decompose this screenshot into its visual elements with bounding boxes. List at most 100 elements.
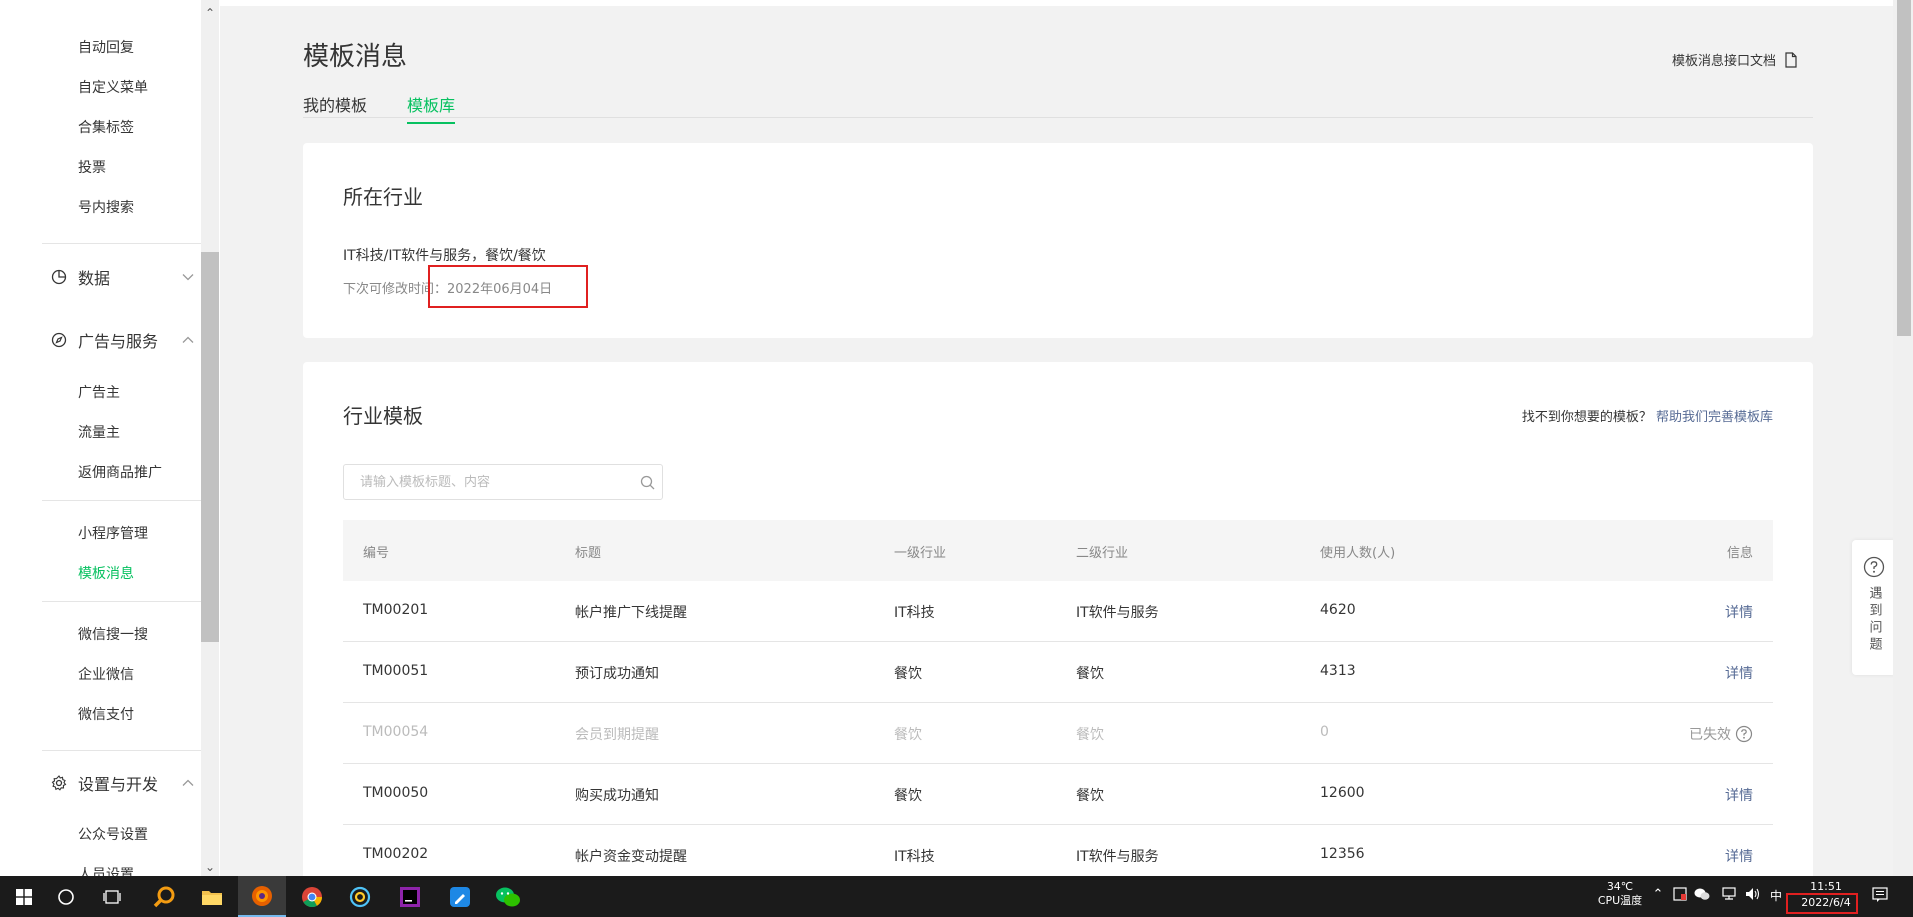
cpu-temp-value: 34℃ [1606, 880, 1634, 893]
search-input[interactable] [344, 465, 632, 499]
cpu-temp: 34℃ CPU温度 [1594, 880, 1646, 908]
question-circle-icon [1863, 556, 1885, 578]
cell-title: 会员到期提醒 [575, 727, 659, 743]
cell-title: 帐户推广下线提醒 [575, 605, 687, 621]
firefox-icon[interactable] [238, 876, 286, 917]
templates-table: 编号 标题 一级行业 二级行业 使用人数(人) 信息 TM00201 帐户推广下… [343, 520, 1773, 886]
col-title: 标题 [575, 546, 602, 561]
wechat-icon[interactable] [484, 876, 532, 917]
scroll-down-icon[interactable]: ⌄ [201, 858, 219, 876]
cpu-temp-label: CPU温度 [1597, 894, 1643, 907]
sidebar-item-mini-program[interactable]: 小程序管理 [78, 523, 148, 543]
table-row: TM00050 购买成功通知 餐饮 餐饮 12600 详情 [343, 764, 1773, 825]
help-improve-link[interactable]: 帮助我们完善模板库 [1656, 410, 1773, 425]
cell-secondary: IT软件与服务 [1076, 605, 1159, 621]
chart-pie-icon [50, 268, 68, 286]
details-link[interactable]: 详情 [1725, 846, 1753, 866]
scroll-up-icon[interactable]: ⌃ [201, 4, 219, 22]
sidebar-item-advertiser[interactable]: 广告主 [78, 382, 120, 402]
search-app-icon[interactable] [140, 876, 188, 917]
notes-app-icon[interactable] [436, 876, 484, 917]
col-users: 使用人数(人) [1320, 546, 1396, 561]
tab-template-library[interactable]: 模板库 [407, 92, 456, 124]
details-link[interactable]: 详情 [1725, 602, 1753, 622]
notification-center-icon[interactable] [1870, 887, 1890, 907]
cell-secondary: 餐饮 [1076, 788, 1104, 804]
question-circle-icon[interactable] [1735, 725, 1753, 743]
cell-title: 帐户资金变动提醒 [575, 849, 687, 865]
sidebar-item-wecom[interactable]: 企业微信 [78, 664, 134, 684]
page-scrollbar-thumb[interactable] [1897, 0, 1911, 336]
col-id: 编号 [363, 546, 390, 561]
sidebar-item-account-search[interactable]: 号内搜索 [78, 197, 134, 217]
page-title: 模板消息 [303, 42, 408, 72]
task-view-icon[interactable] [88, 876, 136, 917]
sidebar-group-settings[interactable]: 设置与开发 [50, 768, 195, 798]
jetbrains-icon[interactable] [386, 876, 434, 917]
sidebar-item-account-settings[interactable]: 公众号设置 [78, 824, 148, 844]
details-link[interactable]: 详情 [1725, 785, 1753, 805]
sidebar-group-data[interactable]: 数据 [50, 262, 195, 292]
cell-users: 4313 [1320, 663, 1356, 679]
help-float-label: 遇到问题 [1866, 586, 1882, 654]
sidebar-item-custom-menu[interactable]: 自定义菜单 [78, 77, 148, 97]
sidebar-item-staff-settings[interactable]: 人员设置 [78, 864, 134, 876]
windows-start-icon[interactable] [0, 876, 48, 917]
main-content: 模板消息 模板消息接口文档 我的模板 模板库 所在行业 IT科技/IT软件与服务… [220, 0, 1913, 886]
sidebar-item-auto-reply[interactable]: 自动回复 [78, 37, 134, 57]
table-row: TM00051 预订成功通知 餐饮 餐饮 4313 详情 [343, 642, 1773, 703]
sidebar-item-template-message[interactable]: 模板消息 [78, 563, 134, 583]
status-expired: 已失效 [1689, 724, 1753, 744]
templates-title: 行业模板 [343, 404, 423, 428]
api-doc-link[interactable]: 模板消息接口文档 [1672, 50, 1798, 69]
help-float-button[interactable]: 遇到问题 [1852, 540, 1896, 675]
sidebar-item-publisher[interactable]: 流量主 [78, 422, 120, 442]
cell-primary: IT科技 [894, 849, 935, 865]
cell-secondary: 餐饮 [1076, 727, 1104, 743]
security-icon[interactable] [1672, 887, 1688, 905]
cell-id: TM00051 [363, 663, 429, 679]
sidebar-scrollbar-thumb[interactable] [201, 252, 219, 642]
help-question-text: 找不到你想要的模板？ [1521, 410, 1652, 425]
sidebar-item-rebate-promotion[interactable]: 返佣商品推广 [78, 462, 162, 482]
sidebar-item-wechat-pay[interactable]: 微信支付 [78, 704, 134, 724]
cortana-search-icon[interactable] [42, 876, 90, 917]
wechat-tray-icon[interactable] [1694, 887, 1710, 905]
search-icon[interactable] [632, 465, 662, 499]
volume-icon[interactable] [1744, 887, 1762, 905]
compass-icon [50, 331, 68, 349]
cell-users: 4620 [1320, 602, 1356, 618]
highlight-box [428, 265, 588, 308]
industry-title: 所在行业 [343, 185, 423, 209]
file-explorer-icon[interactable] [188, 876, 236, 917]
table-row: TM00054 会员到期提醒 餐饮 餐饮 0 已失效 [343, 703, 1773, 764]
chrome-icon[interactable] [288, 876, 336, 917]
sidebar-item-collection-tags[interactable]: 合集标签 [78, 117, 134, 137]
sidebar: 自动回复 自定义菜单 合集标签 投票 号内搜索 数据 广告与服务 广告主 流量主… [0, 0, 220, 876]
app-swirl-icon[interactable] [336, 876, 384, 917]
gear-icon [50, 774, 68, 792]
chevron-up-icon [182, 336, 194, 343]
chevron-up-icon[interactable]: ⌃ [1652, 888, 1664, 902]
document-icon [1785, 51, 1797, 68]
col-info: 信息 [1726, 546, 1753, 561]
cell-primary: 餐饮 [894, 727, 922, 743]
tab-my-templates[interactable]: 我的模板 [303, 92, 367, 122]
sidebar-item-vote[interactable]: 投票 [78, 157, 106, 177]
details-link[interactable]: 详情 [1725, 663, 1753, 683]
table-header: 编号 标题 一级行业 二级行业 使用人数(人) 信息 [343, 520, 1773, 581]
sidebar-item-wechat-search[interactable]: 微信搜一搜 [78, 624, 148, 644]
network-icon[interactable] [1720, 887, 1738, 905]
chevron-up-icon [182, 779, 194, 786]
cell-secondary: 餐饮 [1076, 666, 1104, 682]
industry-value: IT科技/IT软件与服务，餐饮/餐饮 [343, 248, 546, 264]
tab-bar: 我的模板 模板库 [303, 90, 1813, 124]
ime-indicator[interactable]: 中 [1768, 889, 1784, 903]
sidebar-group-ads[interactable]: 广告与服务 [50, 325, 195, 355]
col-primary-industry: 一级行业 [894, 546, 947, 561]
highlight-box [1786, 893, 1858, 914]
cell-users: 12600 [1320, 785, 1365, 801]
table-row: TM00201 帐户推广下线提醒 IT科技 IT软件与服务 4620 详情 [343, 581, 1773, 642]
help-question: 找不到你想要的模板？ 帮助我们完善模板库 [1522, 406, 1773, 425]
cell-id: TM00201 [363, 602, 429, 618]
